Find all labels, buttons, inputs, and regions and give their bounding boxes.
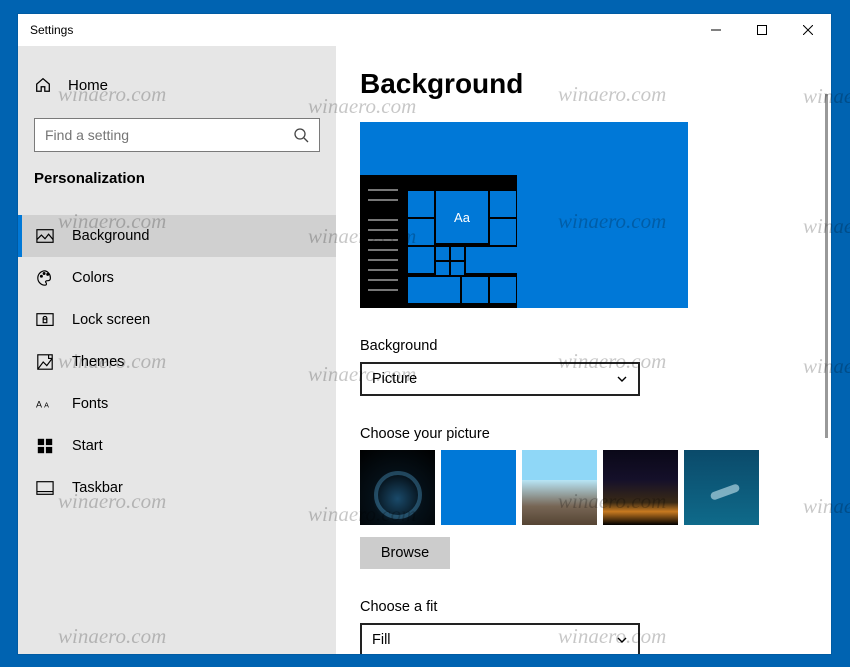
nav-fonts[interactable]: AA Fonts <box>18 383 336 425</box>
search-icon <box>293 127 309 143</box>
nav-label: Themes <box>72 354 124 370</box>
picture-thumb-4[interactable] <box>603 450 678 525</box>
content-area: Background <box>336 46 831 654</box>
picture-thumbnails <box>360 450 807 525</box>
search-input[interactable] <box>35 127 319 143</box>
background-dropdown[interactable]: Picture <box>360 362 640 396</box>
browse-button[interactable]: Browse <box>360 537 450 569</box>
maximize-button[interactable] <box>739 14 785 46</box>
home-label: Home <box>68 77 108 94</box>
titlebar: Settings <box>18 14 831 46</box>
nav-taskbar[interactable]: Taskbar <box>18 467 336 509</box>
preview-start-lines <box>368 185 398 300</box>
start-icon <box>36 437 54 455</box>
svg-text:A: A <box>36 400 42 410</box>
fonts-icon: AA <box>36 395 54 413</box>
preview-tiles: Aa <box>408 185 518 300</box>
nav-label: Start <box>72 438 103 454</box>
picture-thumb-1[interactable] <box>360 450 435 525</box>
desktop-preview: Aa <box>360 122 688 308</box>
nav-label: Fonts <box>72 396 108 412</box>
choose-picture-label: Choose your picture <box>360 426 807 442</box>
nav-list: Background Colors Lock screen Themes AA … <box>18 215 336 509</box>
home-icon <box>34 76 52 94</box>
nav-label: Background <box>72 228 149 244</box>
minimize-button[interactable] <box>693 14 739 46</box>
svg-text:A: A <box>44 401 49 410</box>
nav-lock-screen[interactable]: Lock screen <box>18 299 336 341</box>
window-title: Settings <box>30 23 73 37</box>
category-header: Personalization <box>18 152 336 197</box>
nav-label: Taskbar <box>72 480 123 496</box>
page-title: Background <box>360 68 807 100</box>
taskbar-icon <box>36 479 54 497</box>
chevron-down-icon <box>616 634 628 646</box>
nav-themes[interactable]: Themes <box>18 341 336 383</box>
minimize-icon <box>711 25 721 35</box>
home-link[interactable]: Home <box>18 66 336 104</box>
picture-thumb-5[interactable] <box>684 450 759 525</box>
themes-icon <box>36 353 54 371</box>
sidebar: Home Personalization Background <box>18 46 336 654</box>
fit-dropdown-value: Fill <box>372 632 391 648</box>
background-dropdown-value: Picture <box>372 371 417 387</box>
scrollbar[interactable] <box>825 94 828 438</box>
palette-icon <box>36 269 54 287</box>
maximize-icon <box>757 25 767 35</box>
settings-window: Settings Home <box>18 14 831 654</box>
preview-sample-tile: Aa <box>436 191 488 243</box>
nav-label: Colors <box>72 270 114 286</box>
search-box[interactable] <box>34 118 320 152</box>
fit-dropdown[interactable]: Fill <box>360 623 640 654</box>
background-dropdown-label: Background <box>360 338 807 354</box>
picture-thumb-3[interactable] <box>522 450 597 525</box>
lock-screen-icon <box>36 311 54 329</box>
chevron-down-icon <box>616 373 628 385</box>
picture-icon <box>36 227 54 245</box>
picture-thumb-2[interactable] <box>441 450 516 525</box>
nav-start[interactable]: Start <box>18 425 336 467</box>
close-icon <box>803 25 813 35</box>
nav-label: Lock screen <box>72 312 150 328</box>
nav-background[interactable]: Background <box>18 215 336 257</box>
choose-fit-label: Choose a fit <box>360 599 807 615</box>
nav-colors[interactable]: Colors <box>18 257 336 299</box>
close-button[interactable] <box>785 14 831 46</box>
